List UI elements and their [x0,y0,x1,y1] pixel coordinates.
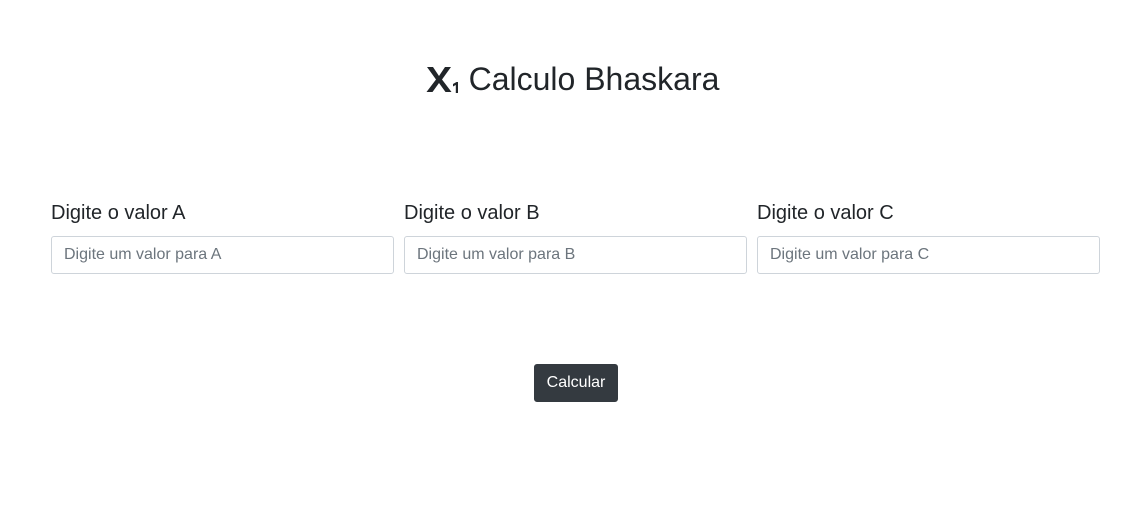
field-c-label: Digite o valor C [757,202,894,224]
page-title: Calculo Bhaskara [468,61,720,97]
coefficient-fields: Digite o valor A Digite o valor B Digite… [51,200,1101,274]
subscript-icon [426,63,460,95]
value-a-input[interactable] [51,236,394,274]
actions-row: Calcular [0,364,1145,402]
page-header: Calculo Bhaskara [0,56,1145,102]
value-c-input[interactable] [757,236,1100,274]
field-c: Digite o valor C [757,200,1100,274]
calculate-button[interactable]: Calcular [533,364,619,402]
field-a-label: Digite o valor A [51,202,186,224]
field-b: Digite o valor B [404,200,747,274]
value-b-input[interactable] [404,236,747,274]
field-a: Digite o valor A [51,200,394,274]
page: Calculo Bhaskara Digite o valor A Digite… [0,0,1145,520]
field-b-label: Digite o valor B [404,202,540,224]
